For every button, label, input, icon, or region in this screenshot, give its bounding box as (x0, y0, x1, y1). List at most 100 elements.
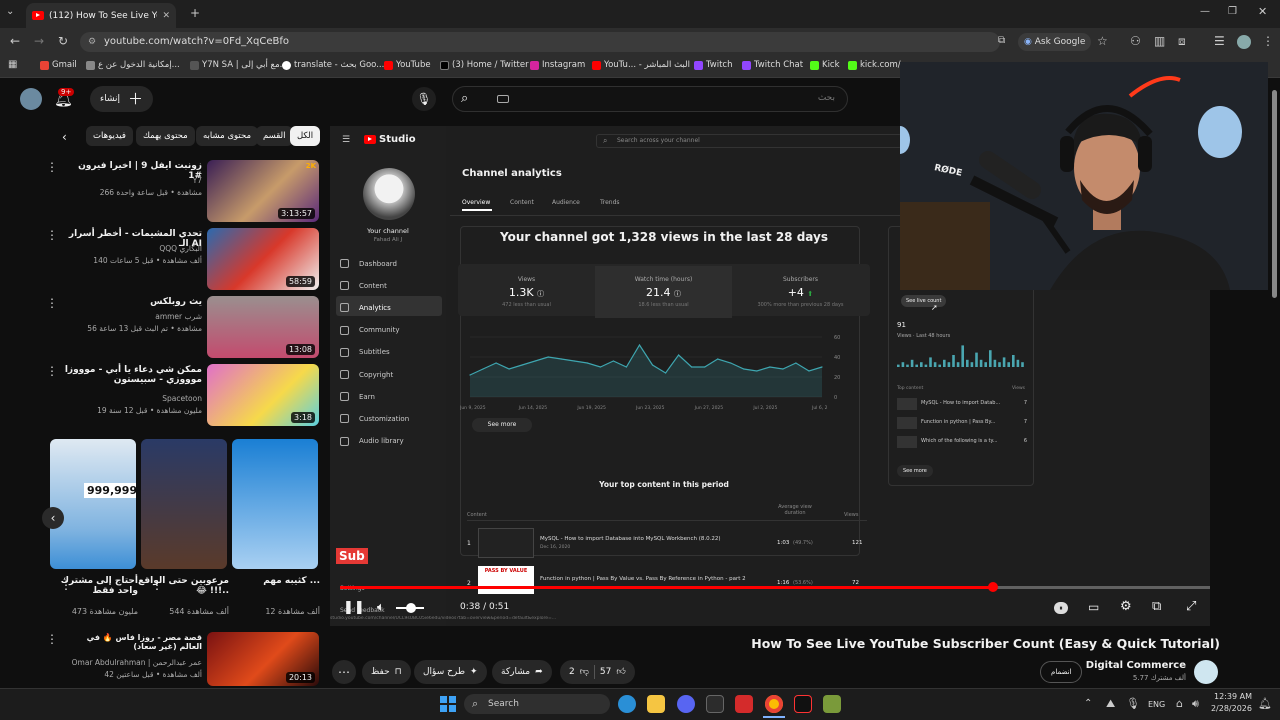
explorer-icon[interactable] (647, 695, 665, 713)
thumbnail[interactable]: 13:08 (207, 296, 319, 358)
url-field[interactable]: ⚙ youtube.com/watch?v=0Fd_XqCeBfo (80, 32, 1000, 52)
like-icon[interactable]: 👍︎ (616, 660, 625, 684)
thumbnail[interactable]: 20:13 (207, 632, 319, 686)
winrar-icon[interactable] (823, 695, 841, 713)
settings-icon[interactable]: ⚙ (1120, 599, 1132, 614)
pause-icon[interactable]: ❚❚ (343, 600, 365, 615)
discord-icon[interactable] (677, 695, 695, 713)
chrome-icon[interactable] (765, 695, 783, 713)
new-tab-icon[interactable]: + (190, 6, 200, 20)
edge-icon[interactable] (618, 695, 636, 713)
back-icon[interactable]: ← (10, 34, 20, 48)
chip-section[interactable]: القسم (256, 126, 293, 146)
bookmark-translate[interactable]: translate - بحث Goo... (282, 60, 384, 70)
bookmark-kick[interactable]: Kick (810, 60, 840, 70)
more-actions-icon[interactable]: ⋯ (332, 660, 356, 684)
captions-icon[interactable]: ▭ (1088, 600, 1099, 614)
more-icon[interactable]: ⋮ (46, 364, 58, 378)
active-tab[interactable]: (112) How To See Live YouT ✕ (26, 3, 176, 28)
extension-icon[interactable]: ⚇ (1130, 34, 1141, 48)
language-indicator[interactable]: ENG (1148, 700, 1165, 709)
progress-handle[interactable] (987, 582, 998, 592)
list-item[interactable]: ⋮ يث روبلكس ammer شرب 56 مشاهدة • تم الب… (46, 296, 320, 360)
site-info-icon[interactable]: ⚙ (88, 32, 96, 52)
page-scrollbar[interactable] (1272, 90, 1277, 298)
star-icon[interactable]: ☆ (1097, 34, 1108, 48)
ask-google-button[interactable]: ◉ Ask Google (1018, 33, 1092, 51)
close-tab-icon[interactable]: ✕ (162, 11, 170, 21)
volume-icon[interactable]: 🔈︎ (377, 600, 385, 615)
reading-list-icon[interactable]: ☰ (1214, 34, 1225, 48)
extensions-icon[interactable]: ⧈ (1178, 34, 1186, 49)
tray-mic-icon[interactable]: 🎙︎ (1126, 697, 1140, 710)
short-thumbnail[interactable]: 999,999 (50, 439, 136, 569)
profile-avatar[interactable] (1237, 35, 1251, 49)
more-icon[interactable]: ⋮ (46, 228, 58, 242)
list-item[interactable]: ⋮ ممكن شي دعاء يا أبي - موووزا موووزي - … (46, 364, 320, 428)
more-icon[interactable]: ⋮ (46, 632, 58, 646)
fullscreen-icon[interactable]: ⤢ (1186, 599, 1196, 614)
minimize-icon[interactable]: — (1200, 6, 1210, 17)
list-item[interactable]: ⋮ زونبت ايفل 9 | اخيرا فيرون #1 Y7 266 م… (46, 160, 320, 224)
bookmark-youtube-live[interactable]: YouTu... - البث المباشر (592, 60, 690, 70)
reload-icon[interactable]: ↻ (58, 34, 68, 48)
network-icon[interactable]: ⌂ (1176, 697, 1183, 710)
chip-all[interactable]: الكل (290, 126, 321, 146)
bookmark-twitch[interactable]: Twitch (694, 60, 733, 70)
more-icon[interactable]: ⋮ (46, 160, 58, 174)
volume-handle[interactable] (406, 603, 416, 613)
tab-menu-icon[interactable]: ⌄ (6, 6, 14, 17)
reader-icon[interactable]: ▥ (1154, 34, 1165, 48)
recorder-icon[interactable] (735, 695, 753, 713)
chip-similar[interactable]: محتوى مشابه (196, 126, 258, 146)
speaker-icon[interactable]: 🔊︎ (1192, 697, 1199, 711)
like-dislike-group[interactable]: 2 👎︎ 57 👍︎ (560, 660, 635, 684)
channel-name[interactable]: Digital Commerce (1070, 660, 1186, 671)
thumbnail[interactable]: 3:18 (207, 364, 319, 426)
share-button[interactable]: مشاركة ➦ (492, 660, 552, 684)
thumbnail[interactable]: 58:59 (207, 228, 319, 290)
tray-chevron-icon[interactable]: ⌃ (1084, 698, 1092, 709)
more-icon[interactable]: ⋮ (46, 296, 58, 310)
short-thumbnail[interactable] (141, 439, 227, 569)
ask-button[interactable]: طرح سؤال ✦ (414, 660, 487, 684)
more-icon[interactable]: ⋮ (60, 578, 72, 592)
mic-icon[interactable]: 🎙︎ (412, 87, 436, 111)
apps-grid-icon[interactable]: ▦ (8, 59, 17, 70)
app-icon[interactable] (706, 695, 724, 713)
bookmark-instagram[interactable]: Instagram (530, 60, 585, 70)
bookmark-youtube[interactable]: YouTube (384, 60, 431, 70)
avatar[interactable] (20, 88, 42, 110)
bookmark-twitter[interactable]: (3) Home / Twitter (440, 60, 529, 70)
autoplay-toggle[interactable]: ⏸ (1054, 602, 1068, 614)
thumbnail[interactable]: 2K 3:13:57 (207, 160, 319, 222)
bookmark-gmail[interactable]: Gmail (40, 60, 77, 70)
search-input[interactable]: ⌕ بحث (452, 86, 848, 112)
tray-app-icon[interactable]: ⛰ (1106, 697, 1115, 711)
create-button[interactable]: إنشاء ＋ (90, 86, 154, 112)
bookmark-y7n[interactable]: Y7N SA | مع أبي إلى... (190, 60, 288, 70)
dislike-icon[interactable]: 👎︎ (580, 660, 589, 684)
clock-time[interactable]: 12:39 AM (1208, 692, 1252, 701)
chrome-menu-icon[interactable]: ⋮ (1262, 34, 1274, 48)
bookmark-twitch-chat[interactable]: Twitch Chat (742, 60, 803, 70)
keyboard-icon[interactable] (497, 95, 509, 103)
capcut-icon[interactable] (794, 695, 812, 713)
notification-center-icon[interactable]: 🔔︎ (1258, 697, 1272, 710)
clock-date[interactable]: 2/28/2026 (1208, 704, 1252, 713)
progress-track[interactable] (340, 586, 1210, 589)
bookmark-access[interactable]: إمكانية الدخول عن ع... (86, 60, 180, 70)
channel-avatar[interactable] (1194, 660, 1218, 684)
restore-icon[interactable]: ❐ (1228, 6, 1237, 17)
join-button[interactable]: انضمام (1040, 661, 1083, 683)
forward-icon[interactable]: → (34, 34, 44, 48)
cast-icon[interactable]: ⧉ (998, 35, 1005, 46)
more-icon[interactable]: ⋮ (151, 578, 163, 592)
miniplayer-icon[interactable]: ⧉ (1152, 599, 1161, 614)
bookmark-kick-p[interactable]: kick.com/p (848, 60, 906, 70)
save-button[interactable]: حفظ ⊓ (362, 660, 411, 684)
windows-start-icon[interactable] (440, 696, 456, 712)
chip-for-you[interactable]: محتوى يهمك (136, 126, 195, 146)
shorts-prev-icon[interactable]: ‹ (42, 507, 64, 529)
search-icon[interactable]: ⌕ (461, 91, 468, 106)
